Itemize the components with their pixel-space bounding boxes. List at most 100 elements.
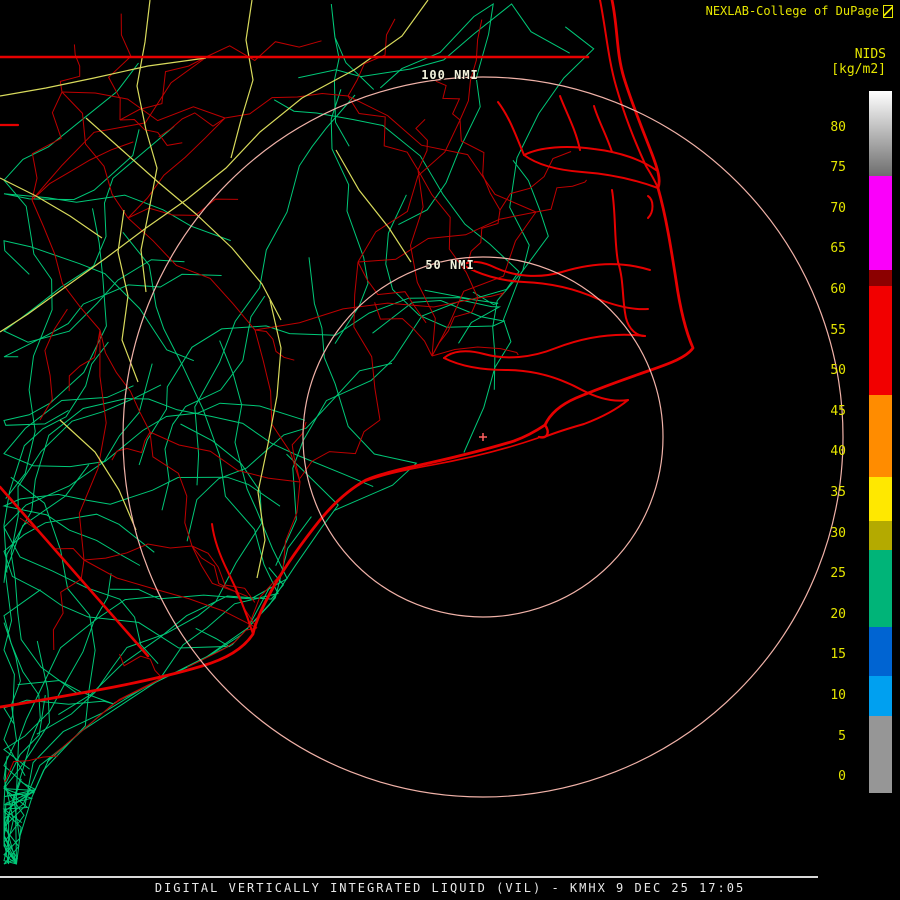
footer-divider	[0, 876, 818, 878]
colorbar-tick: 65	[830, 241, 846, 257]
pamlico-sound-west-shore	[617, 261, 646, 337]
colorbar-tick: 80	[830, 119, 846, 135]
colorbar-tick: 5	[838, 728, 846, 744]
brand-label: NEXLAB-College of DuPage	[705, 4, 879, 18]
colorbar-segment	[869, 675, 892, 717]
road-path-red	[415, 118, 428, 171]
road-path-red	[83, 543, 193, 561]
outer-banks-coastline	[0, 0, 695, 709]
pasquotank-river	[559, 95, 581, 151]
road-network-green	[2, 2, 595, 865]
road-path-red	[357, 119, 461, 263]
colorbar-tick: 35	[830, 484, 846, 500]
colorbar-segment	[869, 285, 892, 396]
road-network-red	[3, 13, 587, 782]
road-path-red	[431, 211, 537, 357]
road-path-green	[330, 3, 375, 147]
road-path-red	[149, 431, 193, 547]
colorbar-tick: 55	[830, 322, 846, 338]
colorbar-tick: 40	[830, 444, 846, 460]
neuse-river-north-shore	[443, 333, 646, 359]
road-path-red	[149, 431, 301, 483]
road-path-red	[254, 297, 479, 331]
colorbar	[869, 0, 892, 900]
colorbar-tick: 75	[830, 160, 846, 176]
road-path-red	[191, 545, 256, 603]
colorbar-tick: 70	[830, 200, 846, 216]
road-path-green	[330, 89, 369, 344]
perquimans-river	[593, 105, 613, 153]
road-path-red	[357, 211, 537, 263]
road-path-red	[83, 559, 258, 629]
colorbar-tick: 60	[830, 281, 846, 297]
colorbar-segment	[869, 90, 892, 177]
highway-path	[230, 0, 254, 159]
colorbar-segment	[869, 269, 892, 286]
road-path-red	[467, 209, 501, 265]
roanoke-island	[647, 195, 654, 219]
state-border-nc-sc	[0, 485, 150, 658]
colorbar-tick: 25	[830, 566, 846, 582]
colorbar-segment	[869, 549, 892, 627]
geography	[0, 0, 695, 709]
road-path-red	[435, 80, 461, 121]
albemarle-sound	[523, 146, 659, 189]
road-path-green	[273, 99, 520, 300]
neuse-river-south-shore	[443, 357, 629, 402]
road-path-green	[3, 385, 306, 468]
road-path-green	[3, 679, 114, 724]
range-ring-label-100: 100 NMI	[421, 68, 479, 82]
road-path-red	[99, 329, 151, 433]
colorbar-tick: 50	[830, 363, 846, 379]
radar-site-cross-icon	[479, 433, 487, 441]
road-path-green	[3, 516, 312, 865]
road-network-yellow	[0, 0, 429, 579]
road-path-red	[107, 13, 132, 121]
bogue-sound-shore	[365, 437, 539, 482]
core-sound-shore	[546, 399, 629, 437]
pamlico-river-north-shore	[462, 260, 651, 277]
road-path-red	[127, 217, 256, 331]
product-caption: DIGITAL VERTICALLY INTEGRATED LIQUID (VI…	[154, 881, 746, 895]
road-path-red	[224, 92, 349, 119]
road-path-green	[492, 26, 595, 390]
road-path-red	[31, 141, 134, 201]
chowan-river	[497, 101, 525, 156]
colorbar-tick: 45	[830, 403, 846, 419]
road-path-red	[374, 302, 433, 357]
road-path-red	[254, 329, 295, 361]
colorbar-tick: 30	[830, 525, 846, 541]
road-path-green	[379, 2, 494, 226]
colorbar-segment	[869, 716, 892, 794]
highway-path	[136, 0, 158, 293]
road-path-red	[31, 91, 63, 201]
radar-site-marker	[479, 433, 487, 441]
road-path-red	[52, 677, 163, 757]
road-path-red	[477, 291, 505, 299]
colorbar-segment	[869, 476, 892, 522]
colorbar-segment	[869, 521, 892, 550]
road-path-green	[3, 273, 222, 358]
colorbar-tick: 20	[830, 606, 846, 622]
colorbar-segment	[869, 626, 892, 676]
brand-text: NEXLAB-College of DuPage	[706, 4, 893, 18]
highway-path	[0, 57, 207, 97]
road-path-green	[298, 3, 570, 79]
colorbar-segment	[869, 395, 892, 477]
range-ring-label-50: 50 NMI	[425, 258, 475, 272]
colorbar-segment	[869, 176, 892, 270]
colorbar-tick: 10	[830, 687, 846, 703]
road-path-green	[275, 299, 502, 566]
road-path-green	[3, 363, 159, 665]
road-path-red	[459, 119, 501, 211]
road-path-green	[3, 513, 231, 649]
road-path-green	[194, 94, 356, 486]
road-path-green	[186, 362, 393, 542]
map-canvas	[0, 0, 844, 865]
road-path-green	[3, 208, 107, 426]
road-path-red	[417, 169, 479, 299]
road-path-red	[535, 179, 587, 213]
road-path-green	[463, 159, 549, 453]
road-path-red	[299, 419, 381, 479]
road-path-green	[3, 589, 41, 865]
